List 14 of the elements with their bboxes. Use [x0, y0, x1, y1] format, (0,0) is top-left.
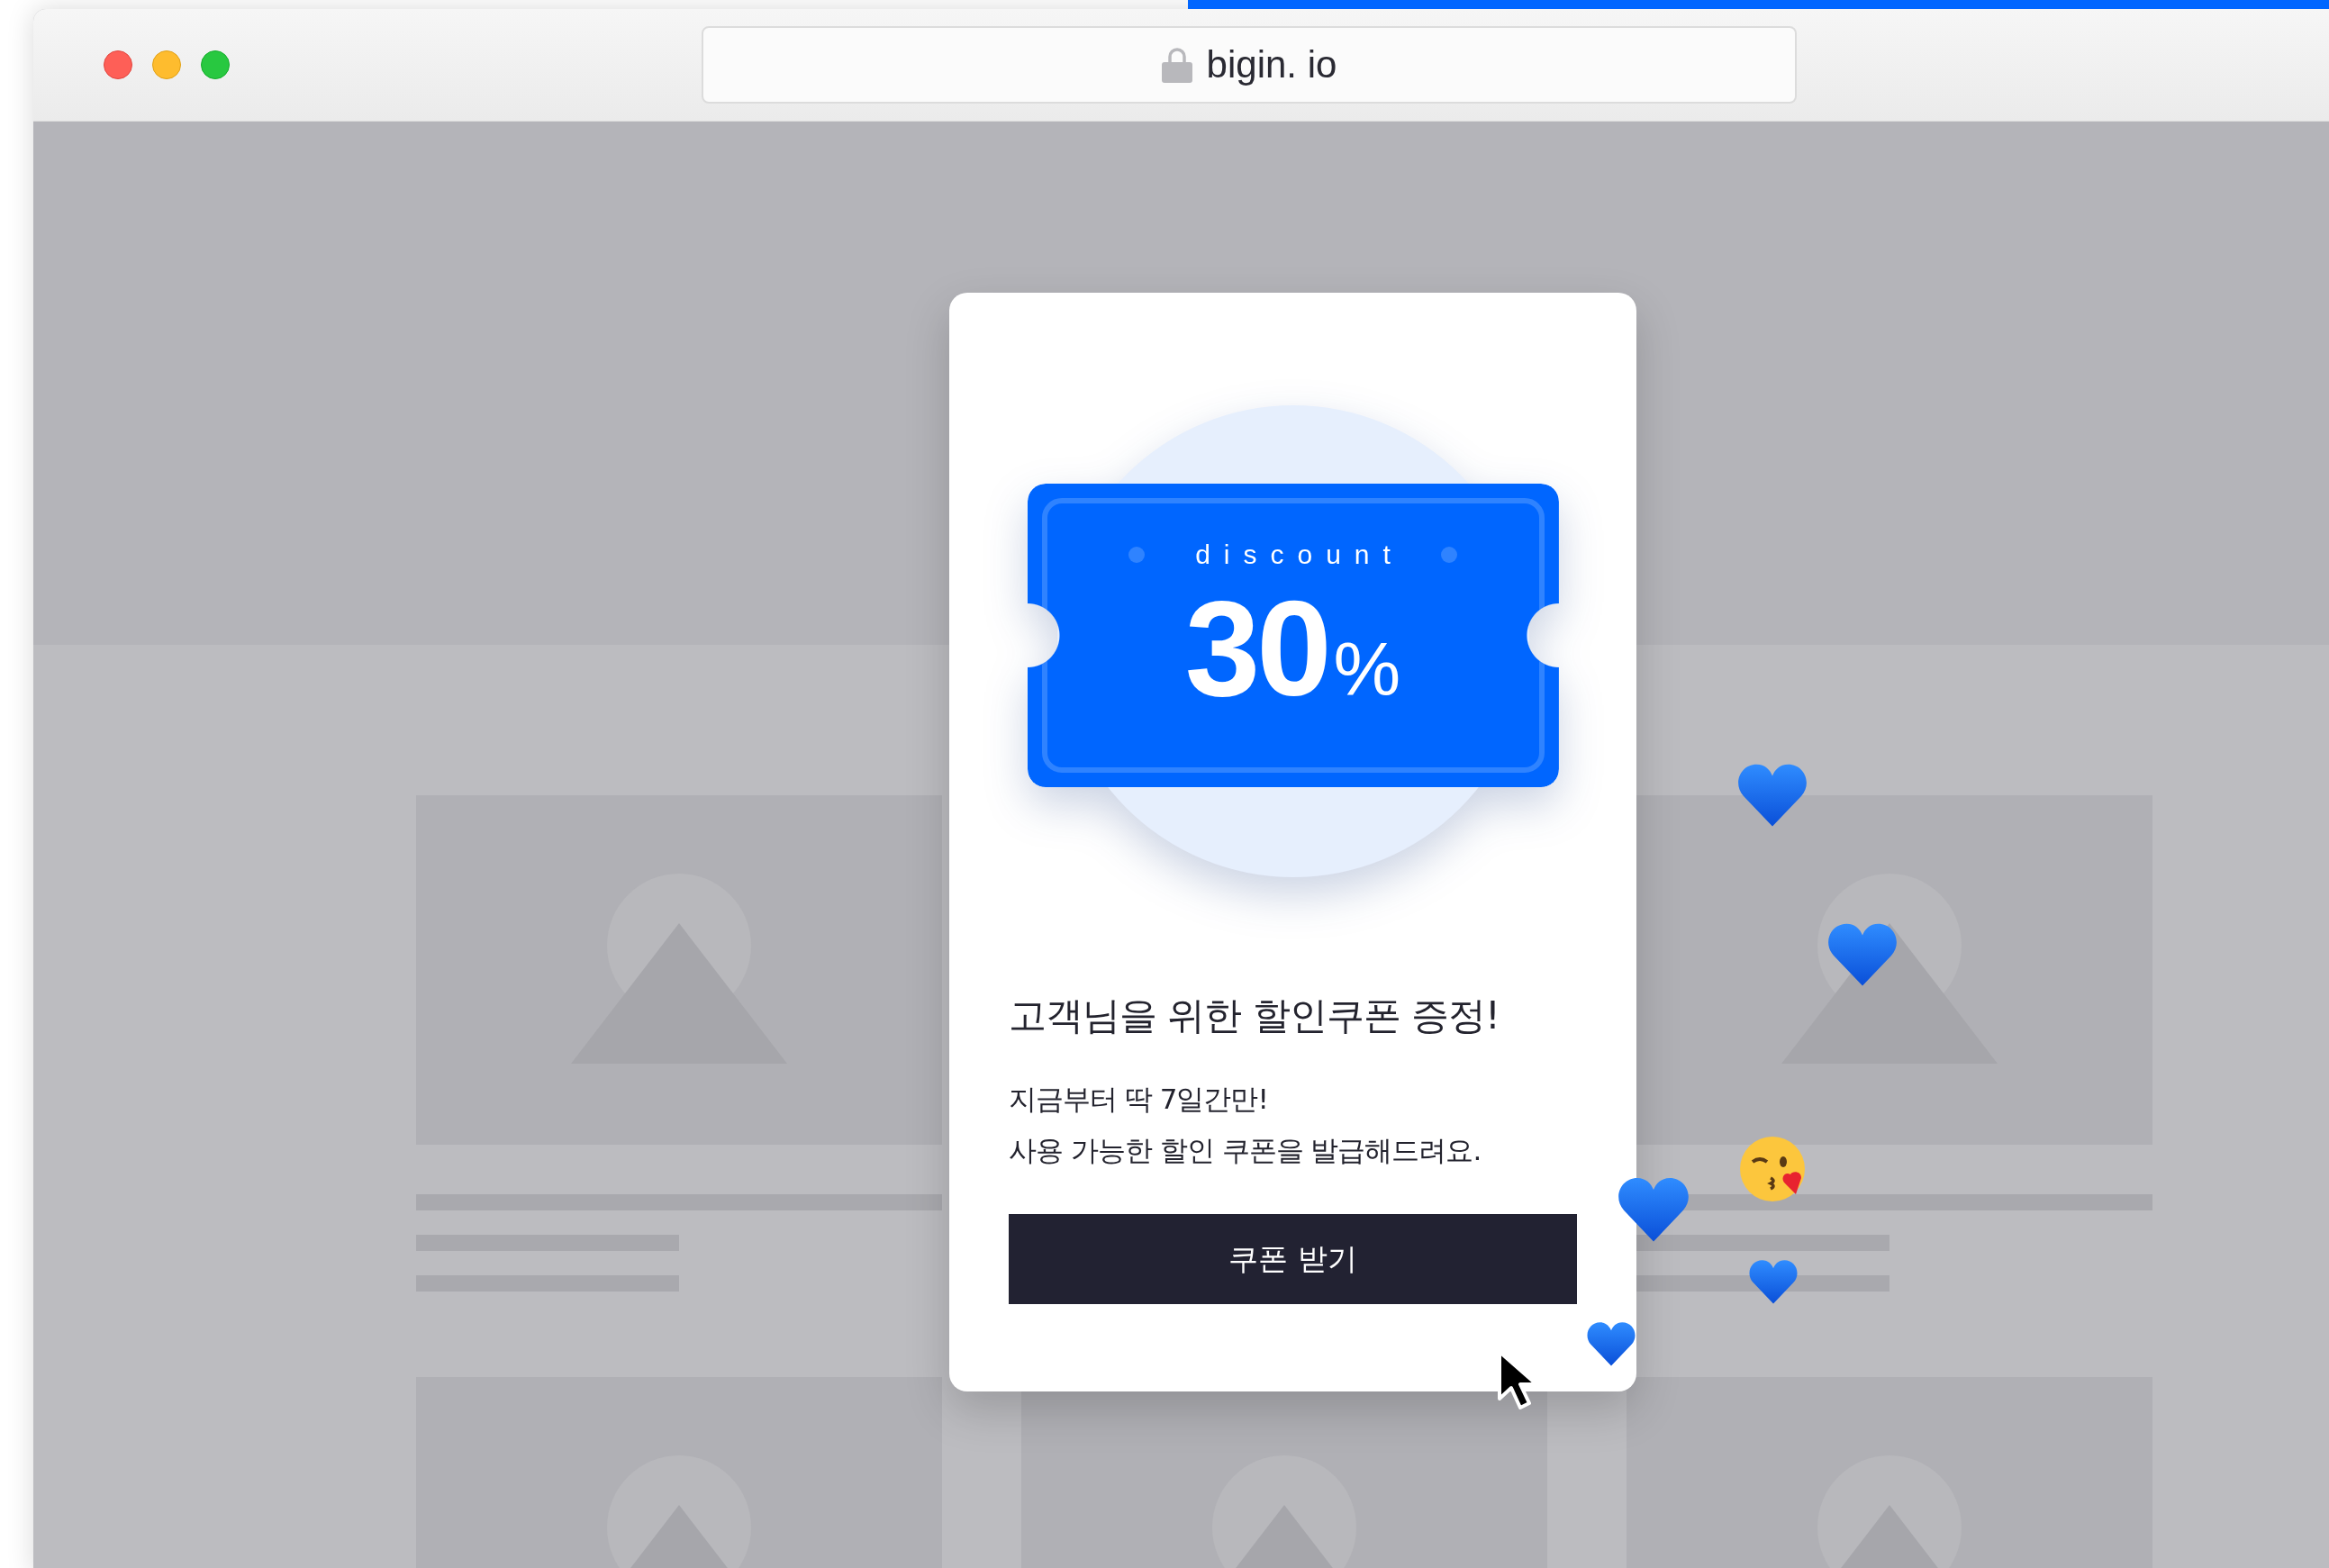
percent-sign: % — [1333, 625, 1401, 713]
maximize-button[interactable] — [201, 50, 230, 79]
popup-title: 고객님을 위한 할인쿠폰 증정! — [1009, 992, 1500, 1039]
dot-icon — [1440, 546, 1457, 563]
body-text: 지금부터 딱 7일간만! — [1009, 1082, 1269, 1117]
lock-icon — [1161, 47, 1192, 83]
coupon-label: discount — [1195, 539, 1404, 570]
get-coupon-button[interactable]: 쿠폰 받기 — [1009, 1214, 1577, 1304]
body-text: 사용 가능한 할인 쿠폰을 발급해드려요. — [1009, 1133, 1482, 1168]
minimize-button[interactable] — [152, 50, 181, 79]
address-bar[interactable]: bigin. io — [702, 26, 1797, 104]
discount-value: 30 — [1184, 580, 1328, 716]
close-button[interactable] — [104, 50, 132, 79]
dot-icon — [1128, 546, 1146, 563]
